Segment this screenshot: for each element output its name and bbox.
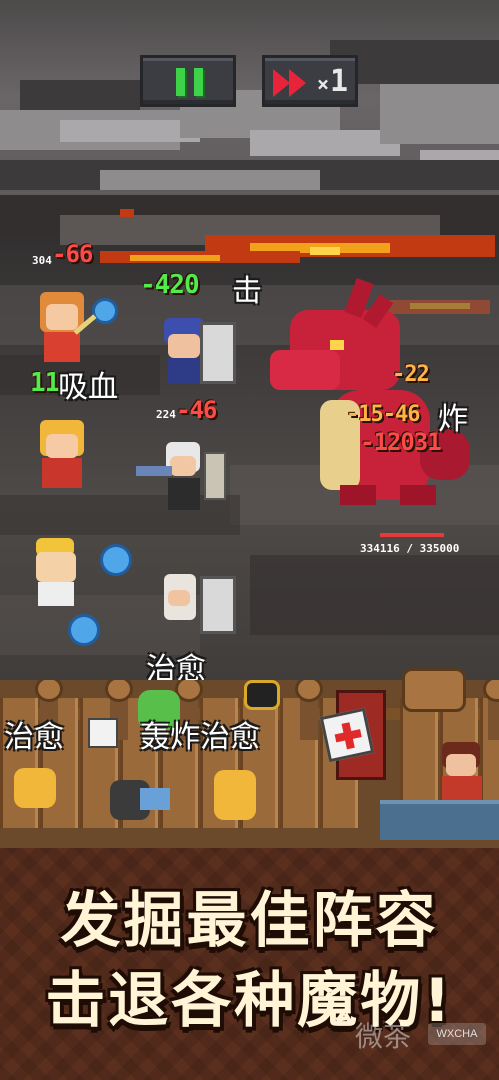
promo-subheadline: 击退各种魔物! [45, 966, 454, 1036]
damage-number: -12031 [360, 428, 442, 456]
sky-background [0, 0, 499, 215]
medkit-icon[interactable] [88, 718, 118, 748]
skill-label-heal-left: 治愈 [4, 720, 64, 755]
speed-label: ×1 [317, 64, 350, 99]
skill-label-strike: 击 [232, 274, 262, 309]
skill-label-blast-heal: 轰炸治愈 [140, 720, 260, 755]
damage-number: -420 [140, 270, 200, 300]
medkit-icon[interactable] [319, 707, 375, 763]
reserve-hero[interactable] [244, 680, 280, 710]
hero-gunner[interactable] [130, 442, 230, 522]
reserve-hero[interactable] [14, 768, 56, 808]
damage-number: -22 [392, 362, 430, 387]
reserve-hero[interactable] [214, 770, 256, 820]
boss-hp-bar [380, 533, 444, 537]
damage-number: -46 [176, 396, 217, 424]
boss-hp-text: 334116 / 335000 [360, 542, 460, 555]
reserve-hero[interactable] [140, 788, 170, 810]
house-sign-icon[interactable] [402, 668, 466, 712]
watermark-badge: WXCHA [428, 1023, 486, 1045]
speed-button[interactable]: ×1 [262, 55, 358, 107]
promo-headline: 发掘最佳阵容 [60, 886, 439, 956]
hero-crowned-mage[interactable] [28, 538, 138, 648]
damage-number: -66 [52, 240, 93, 268]
hero-hp-label: 304 [32, 254, 52, 267]
hero-elder[interactable] [160, 574, 240, 640]
merchant-counter [380, 800, 499, 840]
skill-label-explode: 炸 [438, 402, 468, 437]
pause-button[interactable] [140, 55, 236, 107]
watermark: 微茶 [355, 1020, 412, 1053]
spike-shield-1 [200, 322, 236, 384]
ally-hp-label: 224 [156, 408, 176, 421]
damage-number: -15-46 [346, 402, 420, 427]
hero-blonde[interactable] [36, 420, 96, 500]
skill-label-lifesteal: 吸血 [58, 370, 118, 405]
damage-number: 11 [30, 368, 60, 398]
